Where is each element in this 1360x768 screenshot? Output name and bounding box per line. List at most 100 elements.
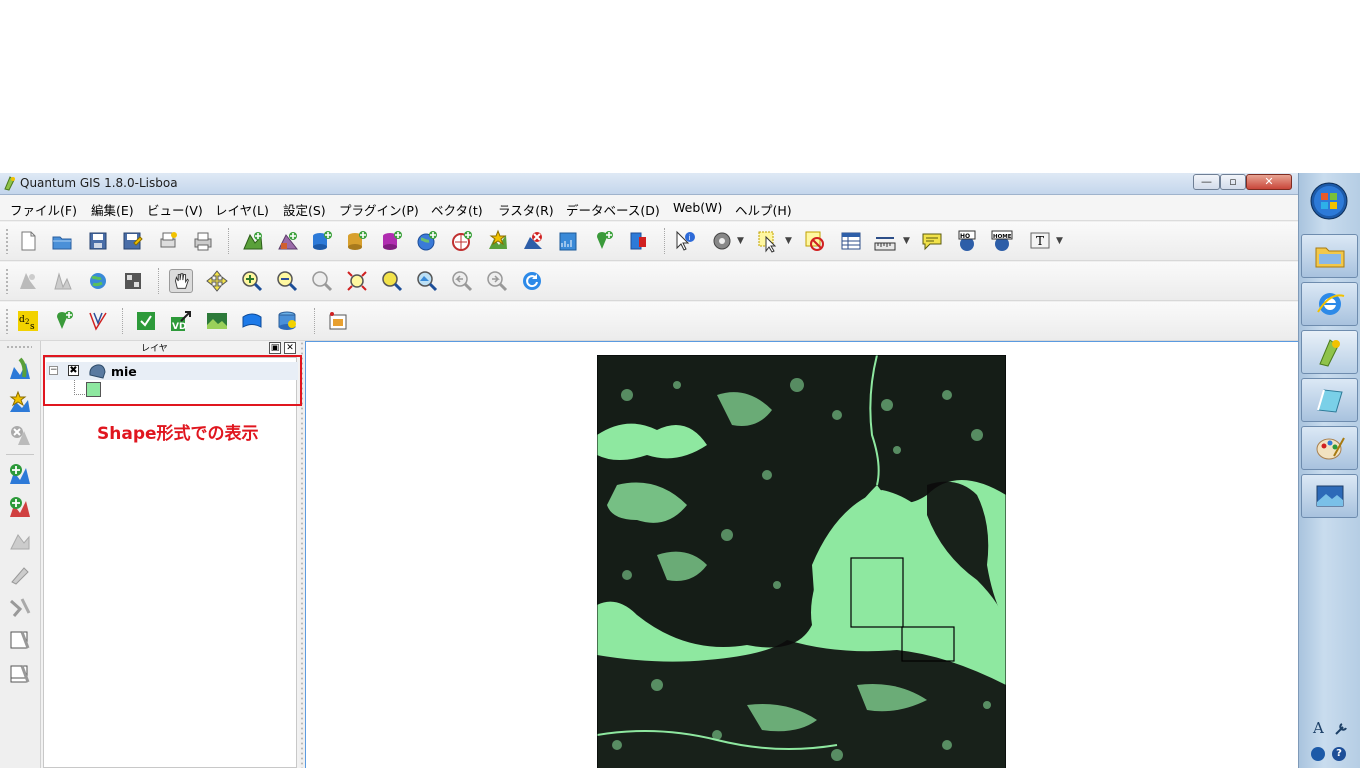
edit-layer-icon[interactable] [8,628,32,652]
new-shapefile-icon[interactable] [8,390,32,414]
dropdown-arrow-icon[interactable]: ▼ [903,236,910,246]
add-wfs-layer-icon[interactable] [626,229,650,253]
add-vector-layer-icon[interactable] [8,357,32,381]
minimize-button[interactable]: — [1193,174,1220,190]
vector-export-icon[interactable]: VD [169,309,193,333]
raster-image-icon[interactable] [205,309,229,333]
new-bookmark-icon[interactable]: HO [955,229,979,253]
input-language-indicator[interactable]: A [1313,719,1324,737]
close-button[interactable]: ✕ [1246,174,1292,190]
network-icon[interactable] [1311,747,1325,761]
toolbar-grip[interactable] [5,228,9,254]
taskbar-explorer[interactable] [1301,234,1358,278]
print-composer-icon[interactable] [156,229,180,253]
dropdown-arrow-icon[interactable]: ▼ [737,236,744,246]
save-project-icon[interactable] [86,229,110,253]
taskbar-picture-viewer[interactable] [1301,474,1358,518]
map-render[interactable] [597,355,1006,768]
toolbar-grip[interactable] [5,268,9,294]
taskbar-paint[interactable] [1301,426,1358,470]
new-spatialite-layer-icon[interactable] [556,229,580,253]
terrain-profile-icon[interactable] [51,269,75,293]
add-vector-layer-icon[interactable] [241,229,265,253]
measure-line-icon[interactable] [873,229,897,253]
add-wcs-layer-icon[interactable] [450,229,474,253]
screenshot-plugin-icon[interactable] [326,309,350,333]
add-postgis-layer-icon[interactable] [8,495,32,519]
save-as-icon[interactable] [120,229,144,253]
menu-layer[interactable]: レイヤ(L) [215,200,269,219]
remove-layer-icon[interactable] [8,423,32,447]
taskbar-qgis[interactable] [1301,330,1358,374]
add-postgis-layer-icon[interactable] [310,229,334,253]
menu-plugins[interactable]: プラグイン(P) [339,200,419,219]
add-raster-layer-icon[interactable] [8,462,32,486]
menu-vector[interactable]: ベクタ(t) [431,200,483,219]
map-tips-icon[interactable] [920,229,944,253]
open-attribute-table-icon[interactable] [839,229,863,253]
print-icon[interactable] [191,229,215,253]
remove-layer-icon[interactable] [521,229,545,253]
zoom-to-selection-icon[interactable] [380,269,404,293]
node-tool-icon[interactable] [8,595,32,619]
menu-help[interactable]: ヘルプ(H) [735,200,792,219]
float-panel-button[interactable]: ▣ [269,342,281,354]
menu-file[interactable]: ファイル(F) [10,200,77,219]
dropdown-arrow-icon[interactable]: ▼ [785,236,792,246]
zoom-to-layer-icon[interactable] [415,269,439,293]
add-spatialite-layer-icon[interactable] [345,229,369,253]
add-wfs-plugin-icon[interactable] [51,309,75,333]
georeferencer-icon[interactable] [121,269,145,293]
gps-tools-icon[interactable] [16,269,40,293]
zoom-actual-size-icon[interactable] [310,269,334,293]
deselect-all-icon[interactable] [803,229,827,253]
windows-orb-icon[interactable] [1309,181,1349,221]
menu-web[interactable]: Web(W) [673,200,722,215]
digitize-icon[interactable] [8,529,32,553]
dd-to-dms-icon[interactable]: d2s [16,309,40,333]
pan-map-icon[interactable] [169,269,193,293]
dropdown-arrow-icon[interactable]: ▼ [1056,236,1063,246]
title-bar[interactable]: Quantum GIS 1.8.0-Lisboa — ▫ ✕ [0,173,1298,195]
taskbar-internet-explorer[interactable] [1301,282,1358,326]
new-project-icon[interactable] [16,229,40,253]
select-features-icon[interactable] [756,229,780,253]
text-annotation-icon[interactable]: T [1028,229,1052,253]
globe-icon[interactable] [86,269,110,293]
run-action-icon[interactable] [710,229,734,253]
add-delimited-text-icon[interactable] [591,229,615,253]
zoom-out-icon[interactable] [275,269,299,293]
close-panel-button[interactable]: ✕ [284,342,296,354]
menu-edit[interactable]: 編集(E) [91,200,134,219]
move-feature-icon[interactable] [8,562,32,586]
zoom-next-icon[interactable] [485,269,509,293]
add-wms-layer-icon[interactable] [415,229,439,253]
wrench-icon[interactable] [1333,721,1349,737]
database-manager-icon[interactable] [275,309,299,333]
show-bookmarks-icon[interactable]: HOME [990,229,1014,253]
map-layer-icon[interactable] [240,309,264,333]
zoom-full-icon[interactable] [345,269,369,293]
topology-checker-icon[interactable] [86,309,110,333]
zoom-in-icon[interactable] [240,269,264,293]
add-mssql-layer-icon[interactable] [380,229,404,253]
taskbar-notebook[interactable] [1301,378,1358,422]
menu-settings[interactable]: 設定(S) [283,200,326,219]
raster-calculator-icon[interactable] [134,309,158,333]
add-raster-layer-icon[interactable] [276,229,300,253]
help-icon[interactable]: ? [1332,747,1346,761]
maximize-button[interactable]: ▫ [1220,174,1246,190]
toolbar-grip[interactable] [6,345,32,349]
layer-panel-header[interactable]: レイヤ ▣ ✕ [41,341,299,356]
map-canvas[interactable] [305,341,1298,768]
identify-features-icon[interactable]: i [673,229,697,253]
pan-to-selection-icon[interactable] [205,269,229,293]
save-edits-icon[interactable] [8,662,32,686]
refresh-icon[interactable] [520,269,544,293]
open-project-icon[interactable] [50,229,74,253]
toolbar-grip[interactable] [5,308,9,334]
menu-database[interactable]: データベース(D) [566,200,660,219]
menu-raster[interactable]: ラスタ(R) [498,200,554,219]
new-shapefile-layer-icon[interactable] [486,229,510,253]
zoom-last-icon[interactable] [450,269,474,293]
